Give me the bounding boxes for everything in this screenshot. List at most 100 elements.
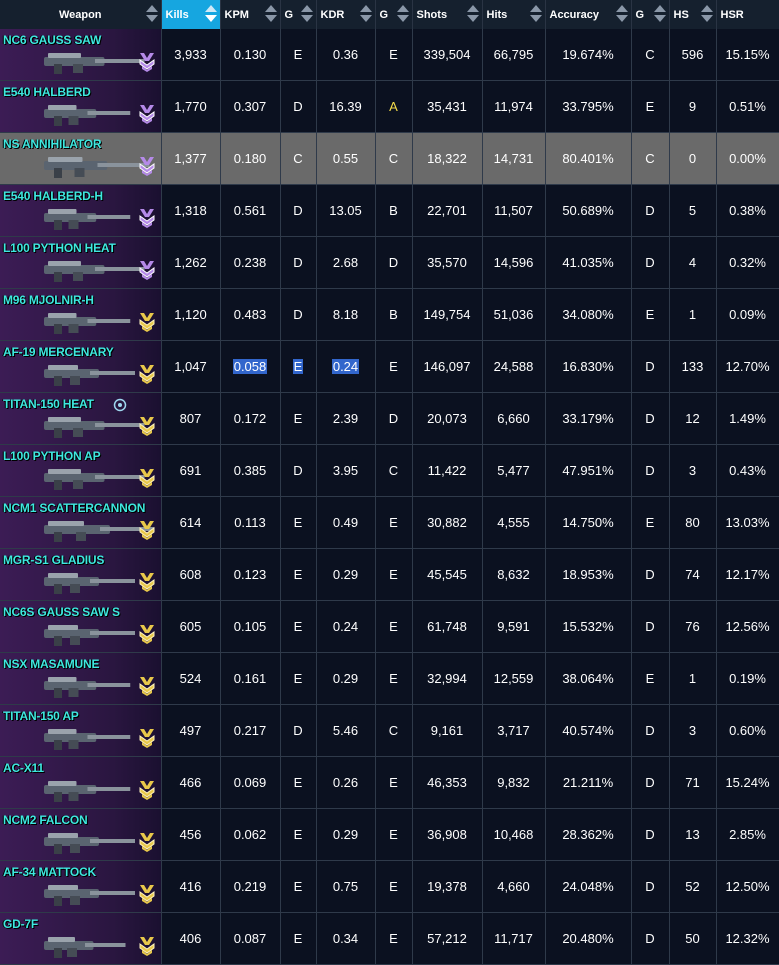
weapon-cell[interactable]: AC-X11 [0,756,162,809]
sort-arrows-icon[interactable] [145,5,158,23]
column-header-hits[interactable]: Hits [482,0,546,29]
sort-arrows-icon[interactable] [529,5,542,23]
table-row[interactable]: M96 MJOLNIR-H 1,120 0.483 D 8.18 B 149,754 51,0… [0,288,779,341]
cell-g1: E [280,600,317,653]
cell-shots: 339,504 [412,29,483,81]
sort-arrows-icon[interactable] [204,5,217,23]
sort-arrows-icon[interactable] [264,5,277,23]
weapon-name: TITAN-150 AP [3,709,79,723]
cell-value: 22,701 [427,203,467,218]
cell-value: 36,908 [427,827,467,842]
cell-value: 1 [688,671,697,686]
weapon-cell[interactable]: AF-19 MERCENARY [0,340,162,393]
table-row[interactable]: NC6S GAUSS SAW S 605 0.105 E 0.24 E 61,748 9,59… [0,600,779,653]
column-header-accuracy[interactable]: Accuracy [545,0,632,29]
sort-arrows-icon[interactable] [466,5,479,23]
column-header-hsr[interactable]: HSR [716,0,779,29]
sort-arrows-icon[interactable] [615,5,628,23]
weapon-cell[interactable]: L100 PYTHON AP [0,444,162,497]
cell-hits: 12,559 [482,652,546,705]
cell-value: E [645,99,655,114]
cell-hs: 76 [669,600,717,653]
column-header-weapon[interactable]: Weapon [0,0,162,29]
cell-value: 146,097 [423,359,471,374]
table-row[interactable]: L100 PYTHON AP 691 0.385 D 3.95 C 11,422 5,477 4… [0,444,779,497]
sort-arrows-icon[interactable] [700,5,713,23]
column-header-kdr[interactable]: KDR [316,0,376,29]
weapon-cell[interactable]: NC6 GAUSS SAW [0,29,162,81]
weapon-cell[interactable]: TITAN-150 AP [0,704,162,757]
cell-hsr: 0.00% [716,132,779,185]
weapon-cell[interactable]: NS ANNIHILATOR [0,132,162,185]
purple-medal-icon [139,209,154,228]
weapon-cell[interactable]: AF-34 MATTOCK [0,860,162,913]
weapon-cell[interactable]: NCM1 SCATTERCANNON [0,496,162,549]
cell-value: 416 [179,879,202,894]
table-row[interactable]: E540 HALBERD-H 1,318 0.561 D 13.05 B 22,701 11,… [0,184,779,237]
weapon-image [44,781,131,802]
cell-hsr: 0.09% [716,288,779,341]
weapon-cell[interactable]: E540 HALBERD [0,80,162,133]
cell-value: 0.60% [729,723,766,738]
cell-value: D [388,411,399,426]
sort-arrows-icon[interactable] [396,5,409,23]
table-row[interactable]: GD-7F 406 0.087 E 0.34 E 57,212 11,717 20.480% D 5… [0,912,779,965]
table-row[interactable]: E540 HALBERD 1,770 0.307 D 16.39 A 35,431 11,97… [0,80,779,133]
weapon-cell[interactable]: GD-7F [0,912,162,965]
cell-value: 24,588 [493,359,534,374]
weapon-cell[interactable]: M96 MJOLNIR-H [0,288,162,341]
table-row[interactable]: AF-19 MERCENARY 1,047 0.058 E 0.24 E 146,097 24… [0,340,779,393]
table-row[interactable]: AF-34 MATTOCK 416 0.219 E 0.75 E 19,378 4,660 24… [0,860,779,913]
table-row[interactable]: NSX MASAMUNE 524 0.161 E 0.29 E 32,994 12,559 38… [0,652,779,705]
cell-value: 20,073 [427,411,467,426]
cell-shots: 19,378 [412,860,483,913]
column-header-hs[interactable]: HS [669,0,717,29]
table-row[interactable]: TITAN-150 HEAT 807 0.172 E 2.39 D 20,073 6,660 3… [0,392,779,445]
table-row[interactable]: L100 PYTHON HEAT 1,262 0.238 D 2.68 D 35,570 14… [0,236,779,289]
cell-kills: 608 [161,548,221,601]
sort-arrows-icon[interactable] [359,5,372,23]
weapon-cell[interactable]: E540 HALBERD-H [0,184,162,237]
gold-medal-icon [139,885,154,904]
cell-hs: 12 [669,392,717,445]
cell-kdr: 0.29 [316,652,376,705]
weapon-cell[interactable]: MGR-S1 GLADIUS [0,548,162,601]
cell-value: 9,591 [497,619,530,634]
cell-hits: 11,507 [482,184,546,237]
cell-value: 0.19% [729,671,766,686]
column-header-kpm[interactable]: KPM [220,0,281,29]
weapon-cell[interactable]: NCM2 FALCON [0,808,162,861]
weapon-cell[interactable]: TITAN-150 HEAT [0,392,162,445]
gold-medal-icon [139,313,154,332]
table-row[interactable]: MGR-S1 GLADIUS 608 0.123 E 0.29 E 45,545 8,632 1… [0,548,779,601]
column-header-g2[interactable]: G [375,0,413,29]
cell-kdr: 0.24 [316,600,376,653]
cell-kdr: 0.24 [316,340,376,393]
weapon-cell[interactable]: NC6S GAUSS SAW S [0,600,162,653]
table-row[interactable]: TITAN-150 AP 497 0.217 D 5.46 C 9,161 3,717 40.5… [0,704,779,757]
cell-value: E [645,307,655,322]
cell-kdr: 0.26 [316,756,376,809]
cell-kills: 466 [161,756,221,809]
cell-kdr: 2.39 [316,392,376,445]
weapon-cell[interactable]: L100 PYTHON HEAT [0,236,162,289]
column-header-shots[interactable]: Shots [412,0,483,29]
gold-medal-icon [139,833,154,852]
table-row[interactable]: NCM2 FALCON 456 0.062 E 0.29 E 36,908 10,468 28.… [0,808,779,861]
column-header-g1[interactable]: G [280,0,317,29]
weapon-cell[interactable]: NSX MASAMUNE [0,652,162,705]
sort-arrows-icon[interactable] [300,5,313,23]
cell-value: 2.85% [729,827,766,842]
cell-value: E [293,879,303,894]
column-header-kills[interactable]: Kills [161,0,221,29]
sort-arrows-icon[interactable] [653,5,666,23]
table-row[interactable]: NS ANNIHILATOR 1,377 0.180 C 0.55 C 18,322 14,7… [0,132,779,185]
cell-g3: D [631,392,670,445]
cell-kdr: 0.36 [316,29,376,81]
column-header-g3[interactable]: G [631,0,670,29]
table-row[interactable]: NC6 GAUSS SAW 3,933 0.130 E 0.36 E 339,504 66,7… [0,29,779,81]
table-row[interactable]: NCM1 SCATTERCANNON 614 0.113 E 0.49 E 30,882 4,… [0,496,779,549]
weapon-image [44,469,145,490]
table-row[interactable]: AC-X11 466 0.069 E 0.26 E 46,353 9,832 21.211% D 7… [0,756,779,809]
cell-value: A [389,99,398,114]
